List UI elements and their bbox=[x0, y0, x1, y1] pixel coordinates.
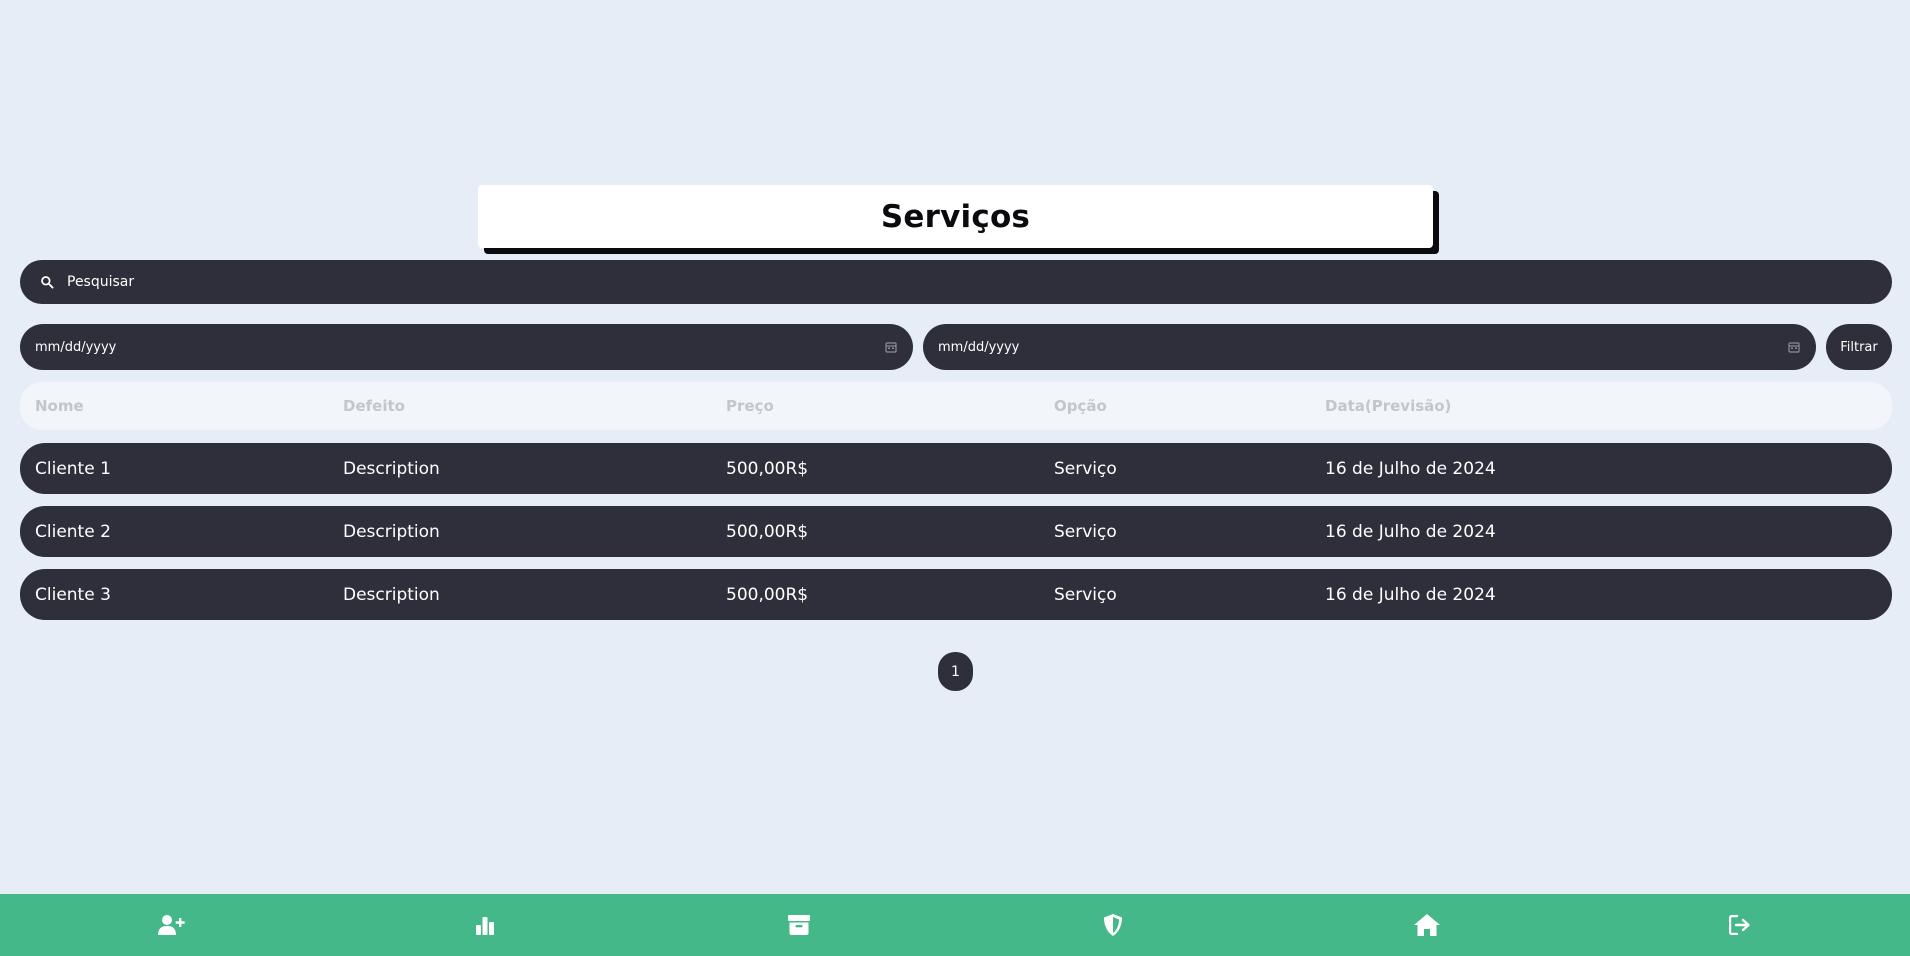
column-header-opcao: Opção bbox=[1054, 397, 1107, 415]
table-row[interactable]: Cliente 1 Description 500,00R$ Serviço 1… bbox=[20, 443, 1892, 494]
cell-defeito: Description bbox=[343, 458, 440, 479]
nav-home[interactable] bbox=[1387, 894, 1467, 956]
cell-opcao: Serviço bbox=[1054, 521, 1117, 542]
cell-nome: Cliente 2 bbox=[35, 521, 111, 542]
pagination-page-button[interactable]: 1 bbox=[938, 652, 973, 691]
nav-reports[interactable] bbox=[445, 894, 525, 956]
nav-logout[interactable] bbox=[1700, 894, 1780, 956]
archive-icon bbox=[788, 915, 810, 935]
nav-add-user[interactable] bbox=[131, 894, 211, 956]
cell-preco: 500,00R$ bbox=[726, 584, 809, 605]
cell-opcao: Serviço bbox=[1054, 584, 1117, 605]
filter-button[interactable]: Filtrar bbox=[1826, 324, 1892, 370]
logout-icon bbox=[1729, 915, 1751, 935]
start-date-input[interactable]: mm/dd/yyyy bbox=[20, 324, 913, 370]
cell-data: 16 de Julho de 2024 bbox=[1325, 521, 1496, 542]
cell-defeito: Description bbox=[343, 521, 440, 542]
page-title: Serviços bbox=[880, 198, 1031, 235]
nav-security[interactable] bbox=[1073, 894, 1153, 956]
calendar-icon[interactable] bbox=[1788, 338, 1800, 357]
bottom-nav bbox=[0, 894, 1910, 956]
page-title-card: Serviços bbox=[478, 185, 1433, 248]
end-date-placeholder: mm/dd/yyyy bbox=[938, 339, 1020, 355]
search-input[interactable] bbox=[67, 274, 1767, 290]
cell-preco: 500,00R$ bbox=[726, 521, 809, 542]
column-header-preco: Preço bbox=[726, 397, 774, 415]
start-date-placeholder: mm/dd/yyyy bbox=[35, 339, 117, 355]
table-row[interactable]: Cliente 3 Description 500,00R$ Serviço 1… bbox=[20, 569, 1892, 620]
cell-nome: Cliente 1 bbox=[35, 458, 111, 479]
column-header-nome: Nome bbox=[35, 397, 84, 415]
column-header-defeito: Defeito bbox=[343, 397, 405, 415]
cell-data: 16 de Julho de 2024 bbox=[1325, 458, 1496, 479]
search-bar[interactable] bbox=[20, 260, 1892, 304]
calendar-icon[interactable] bbox=[885, 338, 897, 357]
end-date-input[interactable]: mm/dd/yyyy bbox=[923, 324, 1816, 370]
cell-data: 16 de Julho de 2024 bbox=[1325, 584, 1496, 605]
cell-opcao: Serviço bbox=[1054, 458, 1117, 479]
bar-chart-icon bbox=[475, 915, 495, 935]
nav-archive[interactable] bbox=[759, 894, 839, 956]
search-icon bbox=[40, 275, 54, 289]
cell-preco: 500,00R$ bbox=[726, 458, 809, 479]
table-row[interactable]: Cliente 2 Description 500,00R$ Serviço 1… bbox=[20, 506, 1892, 557]
column-header-data: Data(Previsão) bbox=[1325, 397, 1452, 415]
page: Serviços mm/dd/yyyy mm/dd/yyyy bbox=[0, 0, 1910, 956]
cell-defeito: Description bbox=[343, 584, 440, 605]
cell-nome: Cliente 3 bbox=[35, 584, 111, 605]
table-header: Nome Defeito Preço Opção Data(Previsão) bbox=[20, 382, 1892, 430]
shield-icon bbox=[1103, 914, 1123, 936]
add-user-icon bbox=[157, 914, 185, 936]
home-icon bbox=[1414, 914, 1440, 936]
